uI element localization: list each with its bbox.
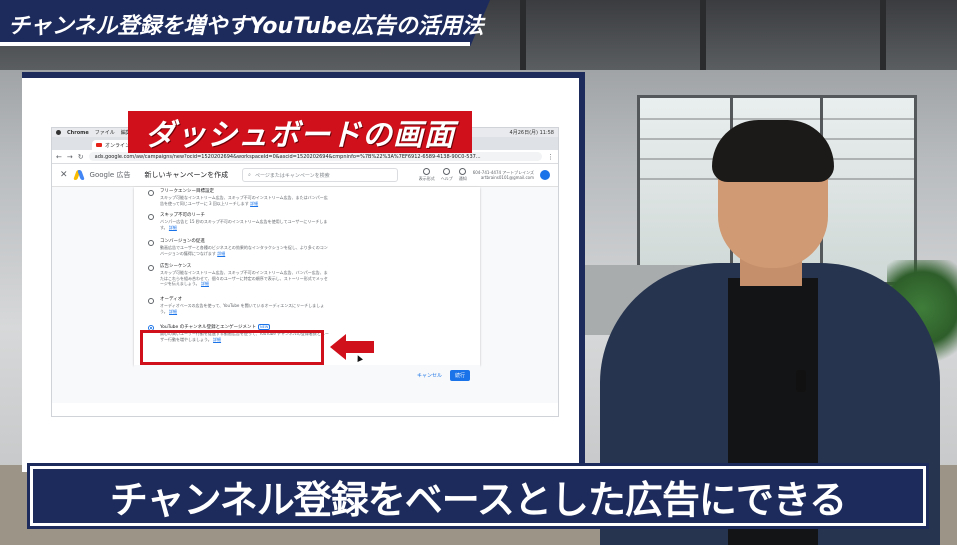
youtube-favicon-icon [96, 143, 102, 147]
ceiling-beam [520, 0, 526, 70]
account-info[interactable]: 604-741-4474 アートブレインズ artbrains0101@gmai… [473, 170, 534, 180]
radio-button[interactable] [148, 298, 154, 304]
product-name: Google 広告 [89, 171, 131, 179]
campaign-content: フリークエンシー目標設定 スキップ可能なインストリーム広告、スキップ不可のインス… [52, 187, 558, 403]
option-non-skippable[interactable]: スキップ不可のリーチ バンパー広告と 15 秒のスキップ不可のインストリーム広告… [148, 213, 338, 230]
report-icon[interactable]: 表示形式 [419, 168, 435, 182]
more-link[interactable]: 詳細 [169, 225, 177, 230]
menu-file[interactable]: ファイル [95, 129, 115, 136]
option-frequency[interactable]: フリークエンシー目標設定 スキップ可能なインストリーム広告、スキップ不可のインス… [148, 189, 338, 206]
search-input[interactable]: ⌕ ページまたはキャンペーンを検索 [242, 168, 399, 182]
more-link[interactable]: 詳細 [169, 309, 177, 314]
option-audio[interactable]: オーディオ オーディオベースの広告を使って、YouTube を聞いているオーディ… [148, 297, 338, 314]
option-desc: スキップ可能なインストリーム広告、スキップ不可のインストリーム広告、またはバンパ… [160, 195, 328, 206]
highlight-label-text: ダッシュボードの画面 [145, 118, 455, 153]
radio-button[interactable] [148, 265, 154, 271]
red-arrow-icon [330, 334, 374, 360]
menu-app[interactable]: Chrome [67, 130, 89, 136]
lavalier-mic-icon [796, 370, 806, 392]
notification-icon[interactable]: 通知 [459, 168, 467, 182]
radio-button[interactable] [148, 190, 154, 196]
google-ads-logo-icon [74, 170, 84, 180]
option-desc: スキップ可能なインストリーム広告、スキップ不可のインストリーム広告、バンパー広告… [160, 270, 328, 286]
option-ad-sequence[interactable]: 広告シーケンス スキップ可能なインストリーム広告、スキップ不可のインストリーム広… [148, 264, 338, 287]
presenter-hair [712, 120, 834, 182]
ceiling-beam [880, 0, 886, 70]
menubar-datetime: 4月26日(月) 11:58 [509, 130, 554, 136]
card-actions: キャンセル 続行 [134, 365, 480, 385]
highlight-box [140, 330, 324, 365]
avatar[interactable] [540, 170, 550, 180]
browser-menu-icon[interactable]: ⋮ [547, 153, 554, 161]
radio-button[interactable] [148, 240, 154, 246]
cancel-button[interactable]: キャンセル [417, 372, 442, 379]
ceiling-beam [700, 0, 706, 70]
more-link[interactable]: 詳細 [201, 281, 209, 286]
caption-text: チャンネル登録をベースとした広告にできる [109, 477, 847, 522]
forward-icon[interactable]: → [67, 153, 73, 161]
top-title-stripe [0, 42, 470, 46]
account-email: artbrains0101@gmail.com [480, 175, 534, 180]
more-link[interactable]: 詳細 [217, 251, 225, 256]
help-icon[interactable]: ヘルプ [441, 168, 453, 182]
option-conversion[interactable]: コンバージョンの促進 動画広告でユーザーと各種のビジネスとの効果的なインタラクシ… [148, 239, 338, 256]
close-icon[interactable]: ✕ [60, 170, 68, 180]
option-desc: 動画広告でユーザーと各種のビジネスとの効果的なインタラクションを促し、より多くの… [160, 245, 328, 256]
more-link[interactable]: 詳細 [250, 201, 258, 206]
apple-icon[interactable] [56, 130, 61, 135]
continue-button[interactable]: 続行 [449, 369, 470, 381]
search-icon: ⌕ [248, 172, 251, 178]
page-title: 新しいキャンペーンを作成 [144, 171, 229, 179]
search-placeholder: ページまたはキャンペーンを検索 [254, 172, 330, 179]
highlight-label: ダッシュボードの画面 [128, 111, 472, 153]
option-desc: オーディオベースの広告を使って、YouTube を聞いているオーディエンスにリー… [160, 303, 325, 314]
back-icon[interactable]: ← [56, 153, 62, 161]
video-top-title: チャンネル登録を増やすYouTube広告の活用法 [8, 14, 484, 39]
option-desc: バンパー広告と 15 秒のスキップ不可のインストリーム広告を使用してユーザーにリ… [160, 219, 328, 230]
caption-banner: チャンネル登録をベースとした広告にできる [30, 466, 926, 526]
browser-window: Chrome ファイル 編集 4月26日(月) 11:58 オンラインのディ ←… [52, 128, 558, 416]
reload-icon[interactable]: ↻ [78, 153, 84, 161]
google-ads-header: ✕ Google 広告 新しいキャンペーンを作成 ⌕ ページまたはキャンペーンを… [52, 164, 558, 187]
radio-button[interactable] [148, 214, 154, 220]
